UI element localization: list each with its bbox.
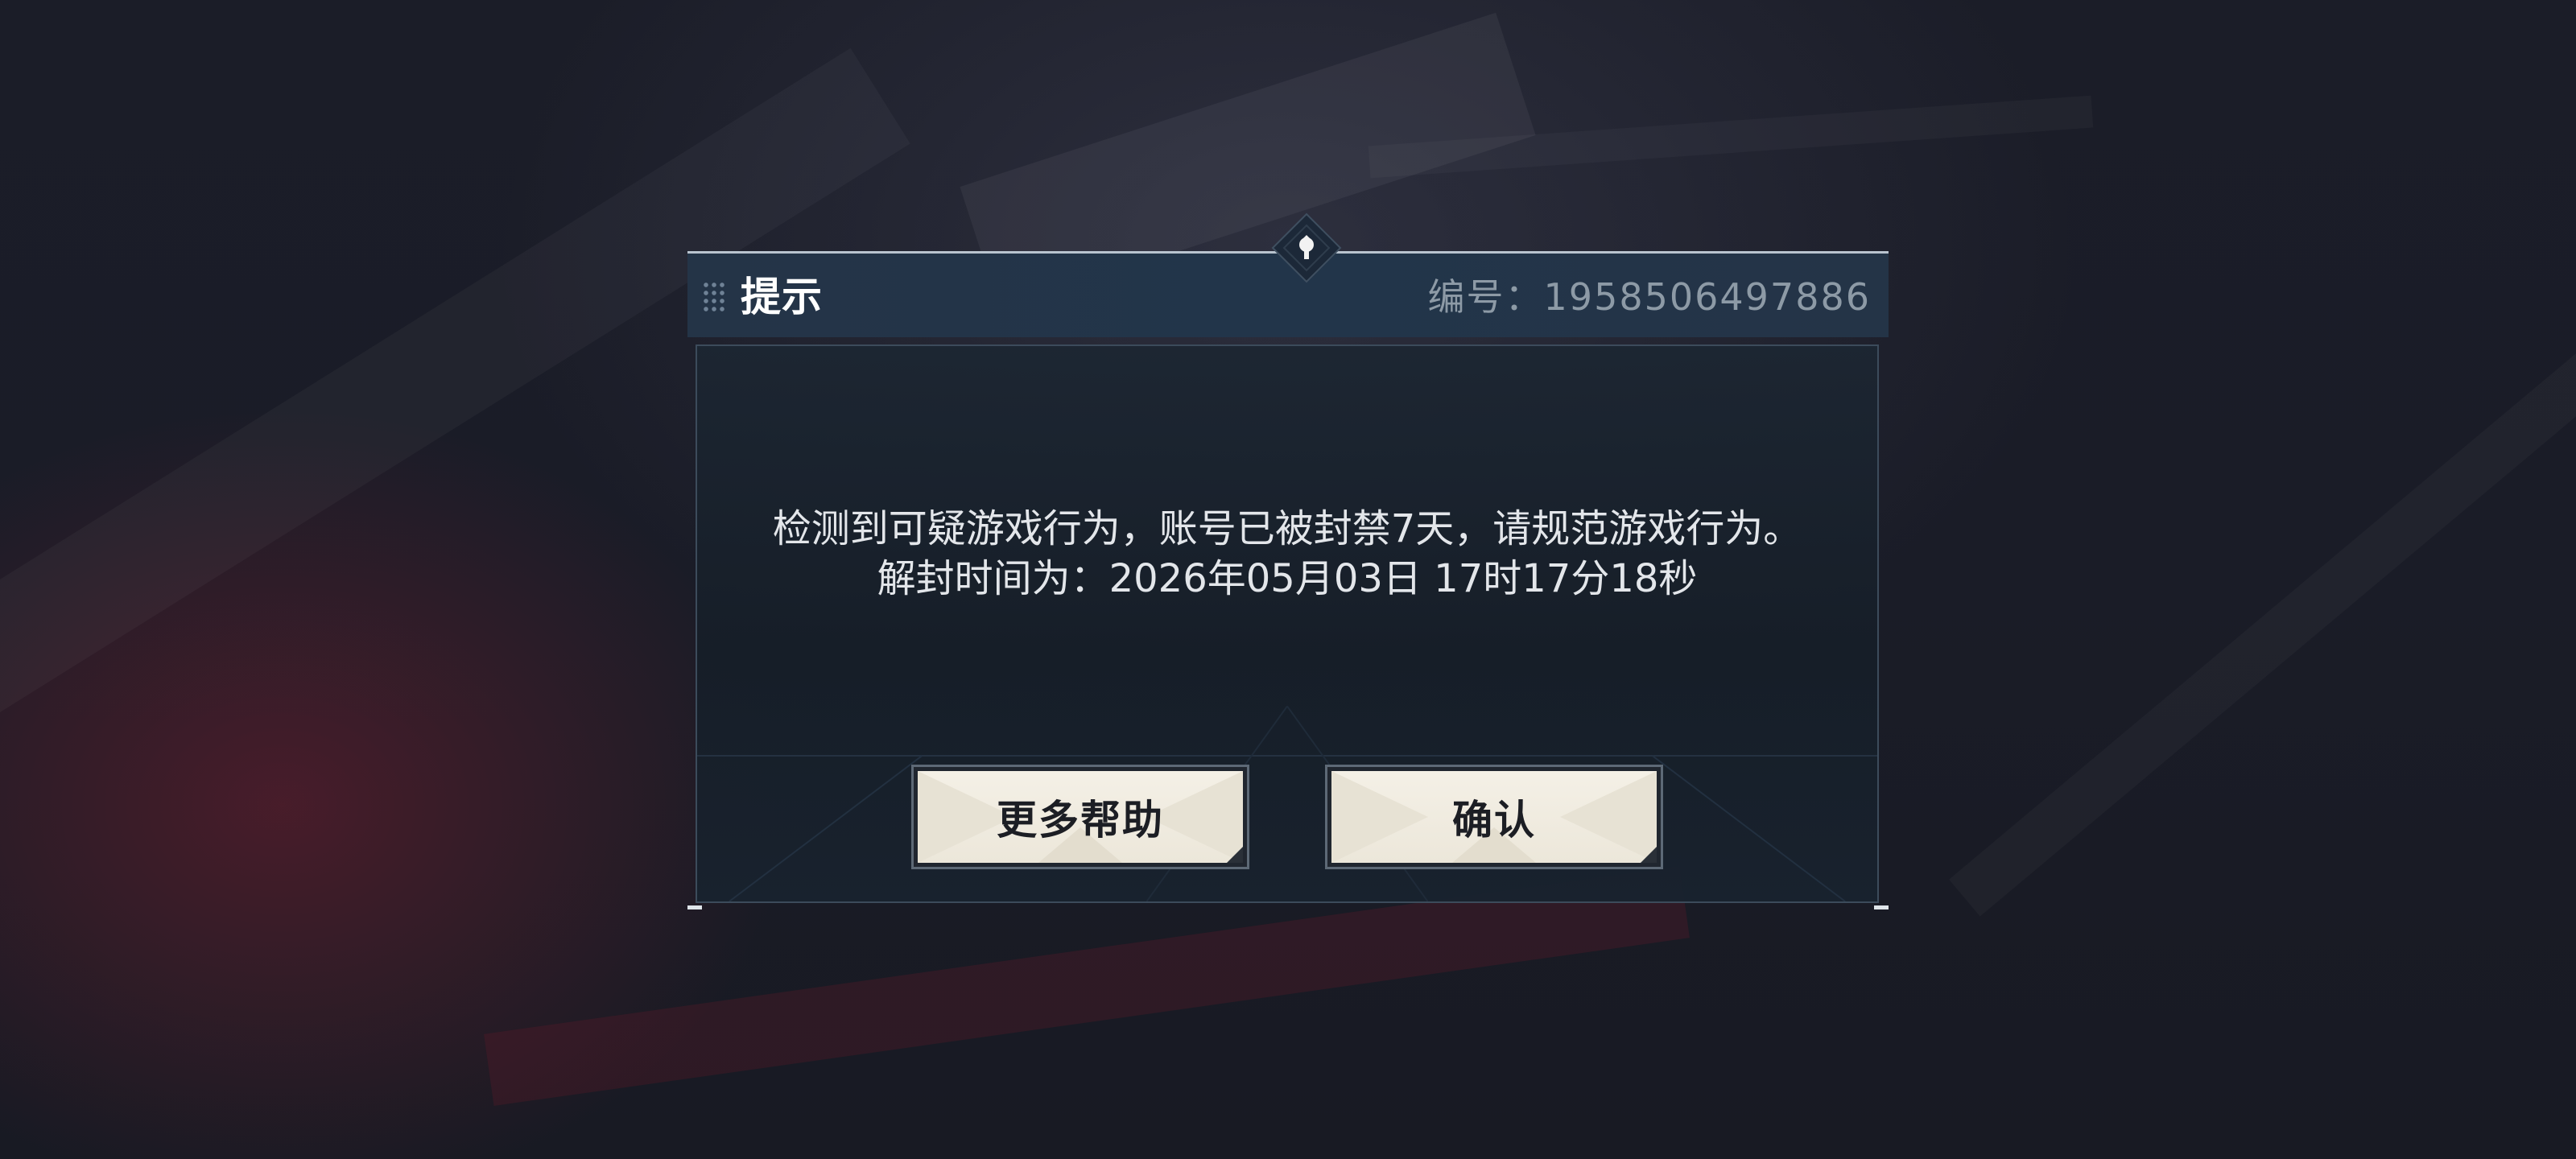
corner-mark <box>687 905 702 909</box>
confirm-label: 确认 <box>1452 797 1536 843</box>
crest-emblem-icon <box>1271 212 1342 283</box>
confirm-button[interactable]: 确认 <box>1325 765 1663 869</box>
ban-message: 检测到可疑游戏行为，账号已被封禁7天，请规范游戏行为。 解封时间为：2026年0… <box>697 504 1877 604</box>
ban-notice-dialog: 提示 编号：1958506497886 检测到可疑游戏行为，账号已被封禁7天，请… <box>687 212 1889 909</box>
more-help-button[interactable]: 更多帮助 <box>911 765 1249 869</box>
body-decoration <box>697 705 1877 901</box>
dialog-title: 提示 <box>741 274 823 320</box>
grip-dots-icon <box>702 281 728 315</box>
dialog-body: 检测到可疑游戏行为，账号已被封禁7天，请规范游戏行为。 解封时间为：2026年0… <box>696 344 1879 903</box>
background-streak <box>1949 258 2576 916</box>
more-help-label: 更多帮助 <box>997 797 1164 843</box>
ban-reason-text: 检测到可疑游戏行为，账号已被封禁7天，请规范游戏行为。 <box>772 506 1802 551</box>
game-background: 提示 编号：1958506497886 检测到可疑游戏行为，账号已被封禁7天，请… <box>0 0 2576 1159</box>
dialog-id-number: 编号：1958506497886 <box>1427 275 1871 319</box>
confirm-button-face: 确认 <box>1331 771 1657 863</box>
corner-mark <box>1874 905 1889 909</box>
unban-time-text: 解封时间为：2026年05月03日 17时17分18秒 <box>877 556 1698 601</box>
more-help-button-face: 更多帮助 <box>918 771 1243 863</box>
